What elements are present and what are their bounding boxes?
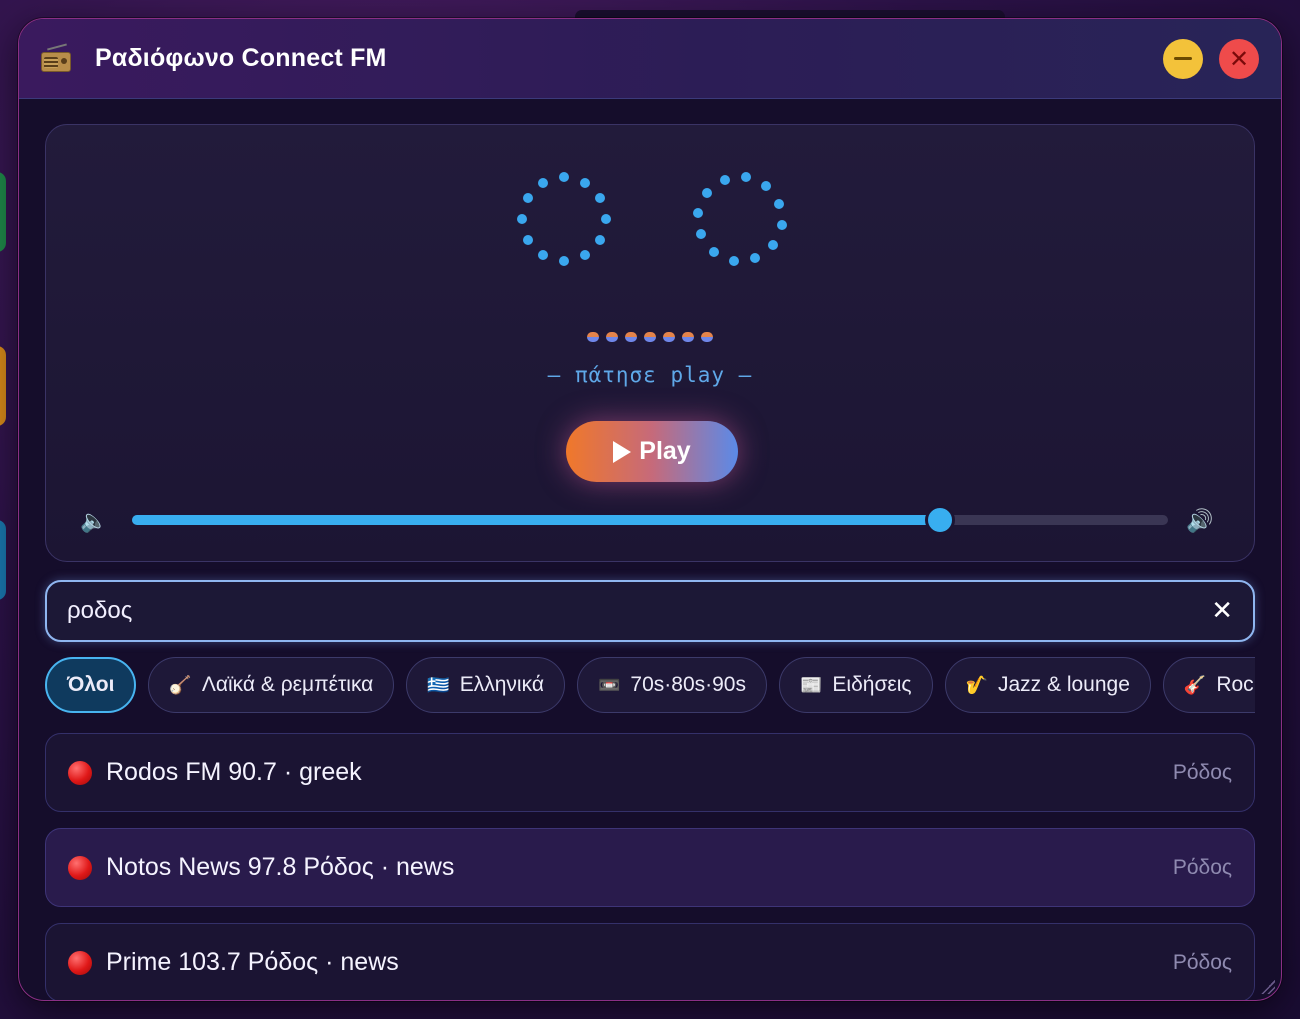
station-city: Ρόδος (1172, 950, 1232, 974)
filter-chip-label: Λαϊκά & ρεμπέτικα (201, 673, 374, 696)
reel-dot (708, 246, 719, 257)
reel-dot (728, 255, 739, 266)
reel-dot (522, 235, 533, 245)
search-input[interactable] (67, 597, 1212, 625)
reel-dot (695, 229, 706, 240)
filter-chip[interactable]: 📰 Ειδήσεις (778, 657, 933, 713)
filter-chip[interactable]: Όλοι (45, 657, 137, 713)
radio-icon (41, 42, 71, 72)
filter-chip-label: Όλοι (67, 673, 115, 696)
filter-chip[interactable]: 🪕 Λαϊκά & ρεμπέτικα (148, 657, 395, 713)
live-indicator-icon (68, 760, 92, 785)
filter-chip-icon: 🇬🇷 (427, 674, 450, 695)
filter-chip[interactable]: 🎷 Jazz & lounge (944, 657, 1151, 713)
station-city: Ρόδος (1172, 855, 1232, 879)
equalizer-dot (701, 332, 713, 342)
reel-dot (595, 193, 606, 203)
background-tile-orange (0, 346, 6, 426)
filter-chip-label: Ειδήσεις (832, 673, 912, 696)
station-name: Rodos FM 90.7 · greek (106, 758, 362, 786)
station-row[interactable]: Prime 103.7 Ρόδος · news Ρόδος (45, 923, 1255, 1000)
filter-chip-label: 70s·80s·90s (630, 673, 746, 696)
close-icon: ✕ (1228, 44, 1250, 73)
play-label: Play (639, 437, 691, 465)
equalizer-dot (587, 332, 599, 342)
equalizer-dot (663, 332, 675, 342)
reel-dot (719, 174, 730, 185)
reel-dot (767, 240, 778, 251)
player-panel: — πάτησε play — Play 🔈 🔊 (45, 124, 1255, 562)
reel-right-icon (690, 169, 790, 269)
station-list: Rodos FM 90.7 · greek Ρόδος Notos News 97.… (45, 733, 1255, 1000)
volume-thumb[interactable] (925, 505, 956, 535)
volume-slider[interactable] (132, 505, 1168, 535)
search-box: ✕ (45, 580, 1255, 642)
filter-chip[interactable]: 🎸 Rock (1162, 657, 1255, 713)
speaker-low-icon: 🔈 (80, 509, 108, 534)
filter-chip-icon: 📰 (799, 674, 823, 695)
play-hint: — πάτησε play — (547, 363, 753, 387)
background-tile-blue (0, 520, 6, 600)
reel-dot (559, 172, 569, 182)
equalizer-dot (682, 332, 694, 342)
filter-chip-label: Jazz & lounge (997, 673, 1130, 696)
reel-dot (580, 250, 590, 261)
reel-dot (774, 198, 785, 209)
filter-chip-label: Rock (1216, 673, 1255, 696)
app-title: Ραδιόφωνο Connect FM (95, 44, 387, 72)
reel-left-icon (514, 169, 614, 269)
filter-chip-label: Ελληνικά (459, 673, 544, 696)
speaker-high-icon: 🔊 (1186, 509, 1214, 534)
equalizer-dots (46, 332, 1254, 342)
reel-dot (702, 187, 713, 198)
equalizer-dot (625, 332, 637, 342)
filter-chip[interactable]: 📼 70s·80s·90s (577, 657, 767, 713)
reel-dot (750, 253, 761, 264)
reel-dot (595, 235, 606, 245)
minimize-icon (1174, 57, 1192, 60)
reel-dot (761, 181, 772, 192)
clear-search-icon[interactable]: ✕ (1211, 596, 1233, 626)
play-icon (613, 440, 632, 463)
station-row[interactable]: Notos News 97.8 Ρόδος · news Ρόδος (45, 828, 1255, 907)
cassette-reels (46, 169, 1254, 269)
reel-dot (538, 250, 548, 261)
filter-chip-icon: 📼 (598, 674, 621, 695)
volume-fill (132, 515, 941, 525)
equalizer-dot (644, 332, 656, 342)
filter-chip-icon: 🎸 (1183, 674, 1207, 695)
app-window: Ραδιόφωνο Connect FM ✕ — πάτησε play — P… (18, 18, 1282, 1001)
live-indicator-icon (68, 950, 92, 975)
resize-grip-icon[interactable] (1261, 980, 1275, 994)
filter-chip-icon: 🪕 (169, 674, 192, 695)
background-tile-green (0, 172, 6, 252)
filter-chip-icon: 🎷 (965, 674, 988, 695)
reel-dot (538, 177, 548, 188)
reel-dot (517, 214, 527, 224)
station-name: Prime 103.7 Ρόδος · news (106, 948, 399, 976)
reel-dot (693, 207, 704, 218)
station-name: Notos News 97.8 Ρόδος · news (106, 853, 455, 881)
close-button[interactable]: ✕ (1219, 38, 1259, 79)
reel-dot (522, 193, 533, 203)
reel-dot (601, 214, 611, 224)
station-city: Ρόδος (1172, 760, 1232, 784)
reel-dot (580, 177, 590, 188)
live-indicator-icon (68, 855, 92, 880)
minimize-button[interactable] (1163, 38, 1203, 79)
play-button[interactable]: Play (566, 421, 738, 482)
reel-dot (559, 256, 569, 266)
genre-filter-bar: Όλοι 🪕 Λαϊκά & ρεμπέτικα 🇬🇷 Ελληνικά 📼 70s·80s… (45, 657, 1255, 715)
station-row[interactable]: Rodos FM 90.7 · greek Ρόδος (45, 733, 1255, 812)
equalizer-dot (606, 332, 618, 342)
title-bar[interactable]: Ραδιόφωνο Connect FM ✕ (19, 19, 1281, 99)
reel-dot (741, 172, 752, 183)
reel-dot (776, 220, 787, 231)
filter-chip[interactable]: 🇬🇷 Ελληνικά (406, 657, 565, 713)
